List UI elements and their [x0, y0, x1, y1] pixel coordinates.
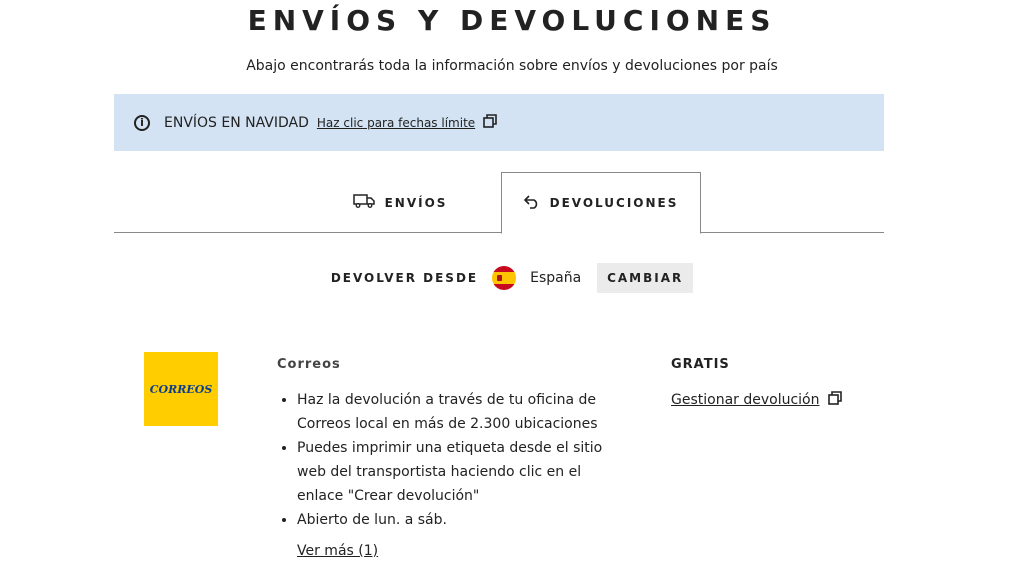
tab-shipping-label: ENVÍOS — [384, 195, 448, 210]
truck-icon — [352, 194, 385, 211]
list-item: Puedes imprimir una etiqueta desde el si… — [297, 436, 627, 508]
see-more-link[interactable]: Ver más (1) — [297, 543, 378, 559]
carrier-features-list: Haz la devolución a través de tu oficina… — [277, 388, 627, 532]
info-icon: i — [134, 114, 150, 131]
return-country-selector: DEVOLVER DESDE España CAMBIAR — [0, 263, 1024, 293]
manage-return-link[interactable]: Gestionar devolución — [671, 391, 842, 409]
list-item: Abierto de lun. a sáb. — [297, 508, 627, 532]
carrier-name: Correos — [277, 357, 341, 372]
country-name: España — [530, 270, 582, 286]
spain-flag-icon — [492, 266, 517, 290]
return-arrow-icon — [523, 194, 550, 212]
deadline-dates-link[interactable]: Haz clic para fechas límite — [317, 116, 475, 130]
return-from-label: DEVOLVER DESDE — [330, 271, 479, 285]
external-link-icon — [827, 391, 842, 409]
banner-title: ENVÍOS EN NAVIDAD — [164, 114, 309, 131]
correos-logo-text: CORREOS — [149, 382, 213, 396]
return-price: GRATIS — [671, 357, 730, 372]
correos-logo: CORREOS — [144, 352, 218, 426]
change-country-button[interactable]: CAMBIAR — [597, 263, 694, 293]
tab-shipping[interactable]: ENVÍOS — [300, 172, 500, 233]
tab-returns[interactable]: DEVOLUCIONES — [501, 172, 701, 234]
christmas-shipping-banner: i ENVÍOS EN NAVIDAD Haz clic para fechas… — [114, 94, 884, 151]
external-link-icon — [483, 113, 497, 132]
list-item: Haz la devolución a través de tu oficina… — [297, 388, 627, 436]
page-subtitle: Abajo encontrarás toda la información so… — [246, 58, 778, 74]
page-title: ENVÍOS Y DEVOLUCIONES — [247, 4, 777, 37]
manage-return-label: Gestionar devolución — [671, 392, 820, 408]
tab-returns-label: DEVOLUCIONES — [549, 196, 679, 210]
